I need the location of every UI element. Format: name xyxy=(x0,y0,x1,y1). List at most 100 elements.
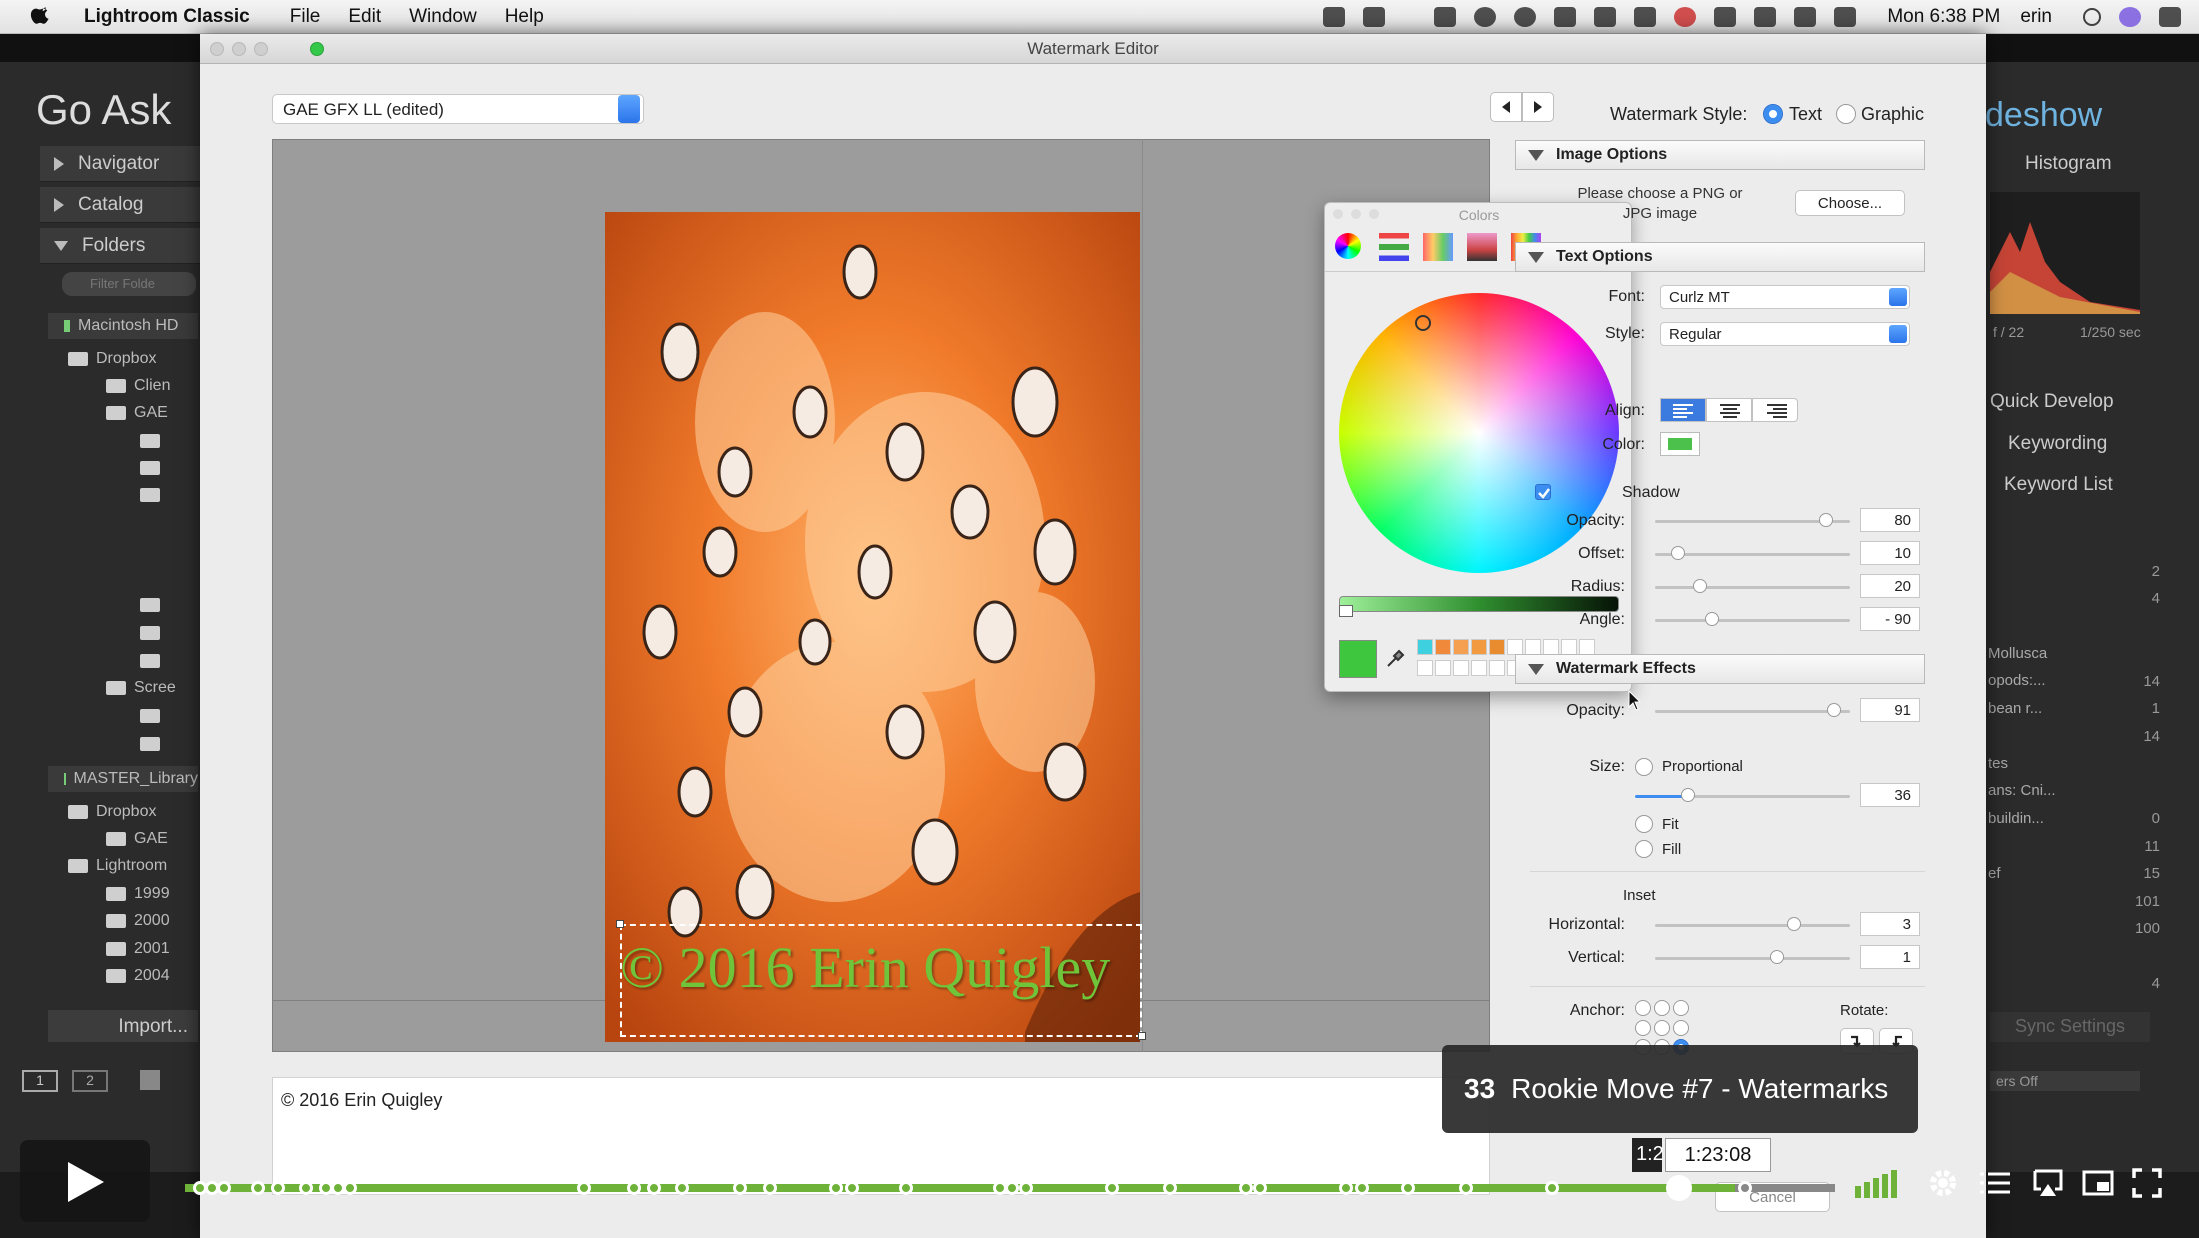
shadow-angle-knob[interactable] xyxy=(1705,612,1719,626)
chapter-marker[interactable] xyxy=(1253,1181,1267,1195)
vertical-inset-field[interactable]: 1 xyxy=(1860,945,1920,969)
picture-in-picture-icon[interactable] xyxy=(2082,1168,2114,1198)
anchor-radio[interactable] xyxy=(1654,1000,1670,1016)
folder-row[interactable] xyxy=(48,620,198,646)
menu-window[interactable]: Window xyxy=(409,6,477,28)
clock[interactable]: Mon 6:38 PM xyxy=(1887,6,2000,28)
previous-image-button[interactable] xyxy=(1490,92,1522,122)
fullscreen-icon[interactable] xyxy=(2132,1168,2164,1198)
anchor-radio[interactable] xyxy=(1673,1019,1689,1036)
progress-scrubber[interactable] xyxy=(1666,1175,1692,1201)
anchor-radio[interactable] xyxy=(1673,1000,1689,1016)
folder-row[interactable]: GAE xyxy=(48,400,198,426)
style-graphic-radio[interactable] xyxy=(1836,104,1856,124)
folder-row[interactable] xyxy=(48,648,198,674)
effects-opacity-field[interactable]: 91 xyxy=(1860,698,1920,722)
style-text-label[interactable]: Text xyxy=(1789,104,1822,125)
swatch[interactable] xyxy=(1471,639,1487,655)
folder-row[interactable]: Dropbox xyxy=(48,346,198,372)
current-color-swatch[interactable] xyxy=(1339,640,1377,678)
swatch[interactable] xyxy=(1489,639,1505,655)
size-proportional-radio[interactable] xyxy=(1635,758,1653,776)
chapter-marker[interactable] xyxy=(217,1181,231,1195)
swatch[interactable] xyxy=(1435,639,1451,655)
color-sliders-tab-icon[interactable] xyxy=(1379,233,1409,261)
identity-plate[interactable]: Go Ask xyxy=(36,86,171,134)
select-arrows-icon[interactable] xyxy=(618,95,640,123)
swatch[interactable] xyxy=(1453,639,1469,655)
notification-center-icon[interactable] xyxy=(2159,7,2181,27)
style-graphic-label[interactable]: Graphic xyxy=(1861,104,1924,125)
folder-row[interactable]: Clien xyxy=(48,373,198,399)
chapter-marker[interactable] xyxy=(829,1181,843,1195)
chapter-marker[interactable] xyxy=(271,1181,285,1195)
shadow-angle-field[interactable]: - 90 xyxy=(1860,607,1920,631)
chapter-marker[interactable] xyxy=(1545,1181,1559,1195)
chapter-marker[interactable] xyxy=(845,1181,859,1195)
chapter-marker[interactable] xyxy=(251,1181,265,1195)
shadow-opacity-knob[interactable] xyxy=(1819,513,1833,527)
menu-app-name[interactable]: Lightroom Classic xyxy=(84,6,250,28)
folder-row[interactable]: Scree xyxy=(48,675,198,701)
font-select[interactable]: Curlz MT xyxy=(1660,285,1910,309)
resize-handle[interactable] xyxy=(1138,1032,1146,1040)
align-center-button[interactable] xyxy=(1706,398,1752,422)
grid-view-icon[interactable] xyxy=(140,1070,160,1090)
keyword-label[interactable]: ef xyxy=(1988,865,2088,882)
size-field[interactable]: 36 xyxy=(1860,783,1920,807)
apple-icon[interactable] xyxy=(30,5,54,29)
chapter-marker[interactable] xyxy=(763,1181,777,1195)
siri-icon[interactable] xyxy=(2119,7,2141,27)
panel-quick-develop[interactable]: Quick Develop xyxy=(1990,384,2170,420)
color-palettes-tab-icon[interactable] xyxy=(1423,233,1453,261)
chapter-marker[interactable] xyxy=(1239,1181,1253,1195)
shadow-radius-slider[interactable] xyxy=(1655,586,1850,589)
gmail-icon[interactable] xyxy=(1554,7,1577,27)
folder-row[interactable] xyxy=(48,703,198,729)
volume-icon[interactable] xyxy=(1834,7,1857,27)
swatch[interactable] xyxy=(1471,660,1487,676)
volume-master-library[interactable]: MASTER_Library xyxy=(48,766,198,792)
chapter-marker[interactable] xyxy=(1339,1181,1353,1195)
cam-icon[interactable] xyxy=(1594,7,1617,27)
chapter-marker[interactable] xyxy=(733,1181,747,1195)
folder-row[interactable]: 2000 xyxy=(48,908,198,934)
vertical-inset-knob[interactable] xyxy=(1770,950,1784,964)
bluetooth-icon[interactable] xyxy=(1714,7,1737,27)
eyedropper-icon[interactable] xyxy=(1385,647,1407,669)
filmstrip-page-1[interactable]: 1 xyxy=(22,1070,58,1092)
shadow-radius-knob[interactable] xyxy=(1693,579,1707,593)
size-slider[interactable] xyxy=(1635,795,1850,798)
panel-histogram[interactable]: Histogram xyxy=(1990,146,2170,182)
chapter-marker[interactable] xyxy=(343,1181,357,1195)
folder-row[interactable] xyxy=(48,592,198,618)
style-select[interactable]: Regular xyxy=(1660,322,1910,346)
shadow-offset-field[interactable]: 10 xyxy=(1860,541,1920,565)
swatch[interactable] xyxy=(1453,660,1469,676)
spotlight-search-icon[interactable] xyxy=(2083,8,2101,26)
chapter-marker[interactable] xyxy=(1355,1181,1369,1195)
panel-keyword-list[interactable]: Keyword List xyxy=(1990,467,2170,503)
folder-filter-input[interactable]: Filter Folde xyxy=(62,272,196,296)
shadow-radius-field[interactable]: 20 xyxy=(1860,574,1920,598)
import-button[interactable]: Import... xyxy=(48,1010,198,1042)
settings-gear-icon[interactable] xyxy=(1927,1168,1959,1198)
size-proportional-label[interactable]: Proportional xyxy=(1662,758,1743,775)
module-slideshow[interactable]: deshow xyxy=(1985,96,2102,135)
keyword-label[interactable]: Mollusca xyxy=(1988,645,2088,662)
swatch[interactable] xyxy=(1417,660,1433,676)
chapter-marker[interactable] xyxy=(1019,1181,1033,1195)
panel-catalog[interactable]: Catalog xyxy=(40,187,200,223)
folder-row[interactable]: GAE xyxy=(48,826,198,852)
watermark-text-field[interactable]: © 2016 Erin Quigley xyxy=(272,1077,1490,1195)
folder-row[interactable]: Dropbox xyxy=(48,799,198,825)
folder-row[interactable]: 2004 xyxy=(48,963,198,989)
folder-row[interactable] xyxy=(48,731,198,757)
chapter-marker[interactable] xyxy=(299,1181,313,1195)
brightness-knob[interactable] xyxy=(1339,605,1353,617)
shadow-angle-slider[interactable] xyxy=(1655,619,1850,622)
chapter-marker[interactable] xyxy=(627,1181,641,1195)
chapter-marker[interactable] xyxy=(1105,1181,1119,1195)
effects-opacity-slider[interactable] xyxy=(1655,710,1850,713)
keyword-label[interactable]: ans: Cni... xyxy=(1988,782,2088,799)
